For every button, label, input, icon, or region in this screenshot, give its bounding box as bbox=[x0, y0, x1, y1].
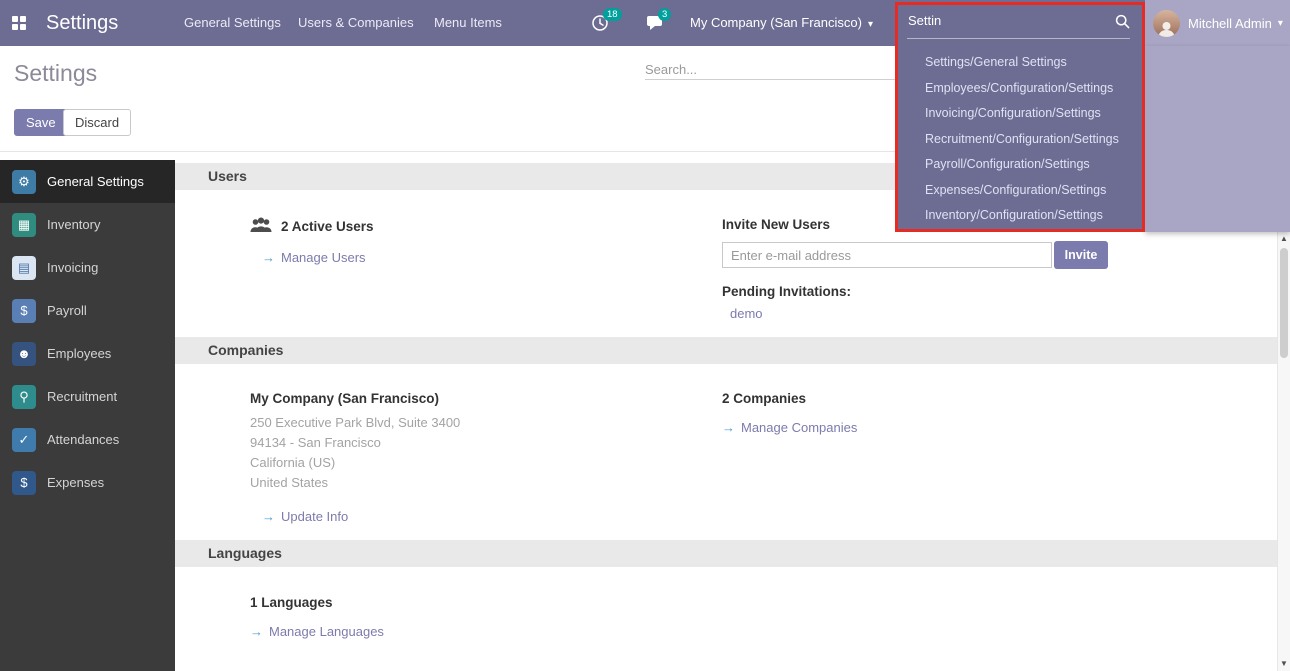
search-result-item[interactable]: Inventory/Configuration/Settings bbox=[898, 203, 1142, 229]
pending-invitations-label: Pending Invitations: bbox=[722, 284, 1277, 299]
attendance-check-icon: ✓ bbox=[12, 428, 36, 452]
manage-users-label: Manage Users bbox=[281, 250, 366, 265]
company-name: My Company (San Francisco) bbox=[250, 391, 722, 406]
expense-dollar-icon: $ bbox=[12, 471, 36, 495]
sidebar-item-label: Payroll bbox=[47, 303, 87, 318]
right-arrow-icon: → bbox=[262, 250, 275, 265]
invite-button[interactable]: Invite bbox=[1054, 241, 1108, 269]
update-info-label: Update Info bbox=[281, 509, 348, 524]
right-arrow-icon: → bbox=[262, 509, 275, 524]
avatar bbox=[1153, 10, 1180, 37]
search-input[interactable] bbox=[645, 60, 905, 80]
pending-user-demo-link[interactable]: demo bbox=[722, 306, 763, 321]
section-companies: My Company (San Francisco) 250 Executive… bbox=[175, 364, 1277, 540]
discard-button[interactable]: Discard bbox=[63, 109, 131, 136]
chevron-down-icon: ▾ bbox=[868, 19, 873, 30]
search-icon[interactable] bbox=[1115, 14, 1130, 32]
menu-search-results: Settings/General Settings Employees/Conf… bbox=[898, 50, 1142, 229]
company-address-line: California (US) bbox=[250, 453, 722, 473]
menu-search-input[interactable] bbox=[908, 13, 1098, 28]
sidebar-item-label: Invoicing bbox=[47, 260, 98, 275]
sidebar-item-label: Attendances bbox=[47, 432, 119, 447]
user-menu-panel bbox=[1145, 46, 1290, 232]
company-address-line: 94134 - San Francisco bbox=[250, 433, 722, 453]
section-languages: 1 Languages → Manage Languages bbox=[175, 567, 1277, 655]
section-header-languages: Languages bbox=[175, 540, 1277, 567]
right-arrow-icon: → bbox=[722, 420, 735, 435]
invite-email-input[interactable] bbox=[722, 242, 1052, 268]
sidebar-item-general-settings[interactable]: ⚙ General Settings bbox=[0, 160, 175, 203]
user-menu[interactable]: Mitchell Admin ▾ bbox=[1145, 0, 1290, 46]
settings-content: Users 2 Active Users → Manage Users Invi… bbox=[175, 160, 1277, 671]
sidebar-item-inventory[interactable]: ▦ Inventory bbox=[0, 203, 175, 246]
manage-languages-label: Manage Languages bbox=[269, 624, 384, 639]
company-switcher-label: My Company (San Francisco) bbox=[690, 15, 862, 30]
chevron-down-icon: ▾ bbox=[1278, 18, 1283, 29]
messages-count-badge[interactable]: 3 bbox=[658, 8, 671, 21]
section-header-companies: Companies bbox=[175, 337, 1277, 364]
manage-companies-link[interactable]: → Manage Companies bbox=[722, 420, 1277, 435]
apps-menu-icon[interactable] bbox=[12, 16, 26, 30]
sidebar-item-label: Inventory bbox=[47, 217, 100, 232]
activities-count-badge[interactable]: 18 bbox=[603, 8, 622, 21]
menu-menu-items[interactable]: Menu Items bbox=[434, 0, 502, 46]
company-address-line: 250 Executive Park Blvd, Suite 3400 bbox=[250, 413, 722, 433]
sidebar-item-invoicing[interactable]: ▤ Invoicing bbox=[0, 246, 175, 289]
sidebar-item-label: Expenses bbox=[47, 475, 104, 490]
user-name: Mitchell Admin bbox=[1188, 16, 1272, 31]
magnifier-icon: ⚲ bbox=[12, 385, 36, 409]
scrollbar-thumb[interactable] bbox=[1280, 248, 1288, 358]
companies-count: 2 Companies bbox=[722, 391, 1277, 406]
company-address-line: United States bbox=[250, 473, 722, 493]
page-title: Settings bbox=[14, 60, 97, 87]
right-arrow-icon: → bbox=[250, 624, 263, 639]
invoice-icon: ▤ bbox=[12, 256, 36, 280]
users-group-icon bbox=[250, 217, 272, 236]
payroll-icon: $ bbox=[12, 299, 36, 323]
search-result-item[interactable]: Recruitment/Configuration/Settings bbox=[898, 127, 1142, 153]
boxes-icon: ▦ bbox=[12, 213, 36, 237]
gear-icon: ⚙ bbox=[12, 170, 36, 194]
company-switcher[interactable]: My Company (San Francisco) ▾ bbox=[690, 0, 873, 48]
sidebar-item-payroll[interactable]: $ Payroll bbox=[0, 289, 175, 332]
menu-general-settings[interactable]: General Settings bbox=[184, 0, 281, 46]
sidebar-item-label: General Settings bbox=[47, 174, 144, 189]
search-result-item[interactable]: Invoicing/Configuration/Settings bbox=[898, 101, 1142, 127]
menu-search-dropdown: Settings/General Settings Employees/Conf… bbox=[895, 2, 1145, 232]
scroll-down-icon[interactable]: ▼ bbox=[1278, 659, 1290, 668]
languages-count: 1 Languages bbox=[250, 595, 1277, 610]
sidebar-item-recruitment[interactable]: ⚲ Recruitment bbox=[0, 375, 175, 418]
manage-companies-label: Manage Companies bbox=[741, 420, 857, 435]
sidebar-item-employees[interactable]: ☻ Employees bbox=[0, 332, 175, 375]
save-button[interactable]: Save bbox=[14, 109, 68, 136]
scroll-up-icon[interactable]: ▲ bbox=[1278, 234, 1290, 243]
search-result-item[interactable]: Employees/Configuration/Settings bbox=[898, 76, 1142, 102]
manage-languages-link[interactable]: → Manage Languages bbox=[250, 624, 1277, 639]
sidebar-item-label: Employees bbox=[47, 346, 111, 361]
search-result-item[interactable]: Payroll/Configuration/Settings bbox=[898, 152, 1142, 178]
app-name[interactable]: Settings bbox=[46, 0, 118, 46]
employees-icon: ☻ bbox=[12, 342, 36, 366]
update-info-link[interactable]: → Update Info bbox=[250, 509, 722, 524]
manage-users-link[interactable]: → Manage Users bbox=[250, 250, 722, 265]
search-result-item[interactable]: Settings/General Settings bbox=[898, 50, 1142, 76]
settings-sidebar: ⚙ General Settings ▦ Inventory ▤ Invoici… bbox=[0, 160, 175, 671]
search-result-item[interactable]: Expenses/Configuration/Settings bbox=[898, 178, 1142, 204]
sidebar-item-label: Recruitment bbox=[47, 389, 117, 404]
menu-users-companies[interactable]: Users & Companies bbox=[298, 0, 414, 46]
active-users-count: 2 Active Users bbox=[281, 219, 374, 234]
search-underline bbox=[907, 38, 1130, 39]
sidebar-item-expenses[interactable]: $ Expenses bbox=[0, 461, 175, 504]
sidebar-item-attendances[interactable]: ✓ Attendances bbox=[0, 418, 175, 461]
